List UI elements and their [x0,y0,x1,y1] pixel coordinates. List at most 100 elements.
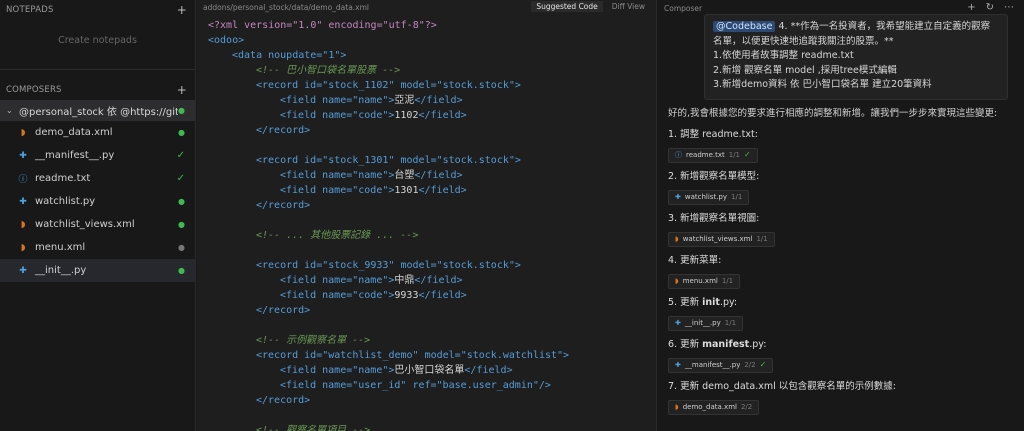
assistant-response: 好的,我會根據您的要求進行相應的調整和新增。讓我們一步步來實現這些變更: 1. … [658,100,1024,415]
chevron-down-icon[interactable]: ⌄ [6,106,14,115]
status-dot-icon: ● [178,243,185,252]
code-line: <record id="stock_9933" model="stock.sto… [256,260,521,271]
more-icon[interactable]: ⋯ [1004,2,1014,13]
file-name: watchlist_views.xml [35,219,135,230]
notepads-header-label: NOTEPADS [6,5,54,15]
code-comment: <!-- 觀察名單項目 --> [256,425,371,431]
file-chip-count: 2/2 [744,361,756,369]
add-notepad-icon[interactable]: + [177,3,187,17]
info-icon: ⓘ [18,175,28,185]
python-icon: ✚ [675,319,681,327]
code-line: <?xml version="1.0" encoding="utf-8"?> [208,20,437,31]
step-1: 1. 調整 readme.txt: ⓘ readme.txt 1/1 ✓ [668,128,1006,163]
code-line: </record> [256,395,311,406]
file-chip-name: watchlist.py [684,193,728,201]
file-chip-demo-data[interactable]: ◗ demo_data.xml 2/2 [668,399,760,415]
file-item-menu[interactable]: ◗ menu.xml ● [0,236,195,259]
sidebar: NOTEPADS + Create notepads COMPOSERS + ⌄… [0,0,196,431]
status-dot-icon: ● [178,128,185,137]
python-icon: ✚ [19,150,27,161]
code-line: <record id="stock_1301" model="stock.sto… [256,155,521,166]
code-comment: <!-- 巴小智口袋名單股票 --> [256,65,401,76]
code-line: <record id="watchlist_demo" model="stock… [256,350,570,361]
file-name: menu.xml [35,242,86,253]
check-icon: ✓ [176,150,185,161]
new-composer-icon[interactable]: + [967,2,975,13]
file-item-init[interactable]: ✚ __init__.py ● [0,259,195,282]
add-composer-icon[interactable]: + [177,83,187,97]
file-chip-count: 1/1 [728,151,741,159]
file-chip-manifest[interactable]: ✚ __manifest__.py 2/2 ✓ [668,357,774,373]
code-line: <field name="name">亞泥</field> [280,95,463,106]
code-editor[interactable]: addons/personal_stock/data/demo_data.xml… [197,0,657,431]
response-intro: 好的,我會根據您的要求進行相應的調整和新增。讓我們一步步來實現這些變更: [668,107,998,119]
code-line: <field name="code">1301</field> [280,185,467,196]
file-chip-name: __init__.py [684,319,721,327]
status-dot-icon: ● [178,197,185,206]
tab-diff-view[interactable]: Diff View [607,1,650,12]
status-dot-icon: ● [178,106,185,115]
step-title: 6. 更新 manifest.py: [668,338,767,350]
check-icon: ✓ [176,173,185,184]
user-message-item: 2.新增 觀察名單 model ,採用tree模式編輯 [713,64,897,76]
info-icon: ⓘ [675,151,682,159]
composers-header[interactable]: COMPOSERS + [0,80,195,100]
check-icon: ✓ [744,150,751,159]
file-chip-count: 2/2 [740,403,753,411]
file-chip-watchlist[interactable]: ✚ watchlist.py 1/1 [668,189,750,205]
file-chip-count: 1/1 [731,193,743,201]
composers-header-label: COMPOSERS [6,85,62,95]
user-message-item: 3.新增demo資料 依 巴小智口袋名單 建立20筆資料 [713,79,932,90]
composer-item[interactable]: ⌄ @personal_stock 依 @https://git... ● [0,100,195,121]
python-icon: ✚ [19,265,27,276]
code-comment: <!-- ... 其他股票記錄 ... --> [256,230,419,241]
file-name: watchlist.py [35,196,96,207]
rss-icon: ◗ [20,219,26,230]
step-title: 1. 調整 readme.txt: [668,128,758,140]
rss-icon: ◗ [675,403,679,411]
create-notepads-link[interactable]: Create notepads [0,20,195,60]
file-name: demo_data.xml [35,127,113,138]
composer-item-label: @personal_stock 依 @https://git... [19,107,179,118]
status-dot-icon: ● [178,266,185,275]
step-5: 5. 更新 init.py: ✚ __init__.py 1/1 [668,296,1006,331]
user-message-item: 1.依使用者故事調整 readme.txt [713,50,854,61]
code-line: <field name="code">1102</field> [280,110,467,121]
file-item-readme[interactable]: ⓘ readme.txt ✓ [0,167,195,190]
step-6: 6. 更新 manifest.py: ✚ __manifest__.py 2/2… [668,338,1006,373]
python-icon: ✚ [675,361,681,369]
code-line: </record> [256,125,311,136]
file-chip-name: readme.txt [686,151,725,159]
history-icon[interactable]: ↻ [986,2,994,13]
composer-title: Composer [664,3,703,13]
step-title: 7. 更新 demo_data.xml 以包含觀察名單的示例數據: [668,380,896,392]
user-message[interactable]: @Codebase 4. **作為一名投資者，我希望能建立自定義的觀察名單，以便… [704,14,1008,100]
file-chip-menu[interactable]: ◗ menu.xml 1/1 [668,273,741,289]
code-line: </record> [256,305,311,316]
file-chip-readme[interactable]: ⓘ readme.txt 1/1 ✓ [668,147,758,163]
code-content[interactable]: <?xml version="1.0" encoding="utf-8"?> <… [197,14,656,431]
file-item-demo-data[interactable]: ◗ demo_data.xml ● [0,121,195,144]
file-chip-name: watchlist_views.xml [682,235,753,243]
file-chip-init[interactable]: ✚ __init__.py 1/1 [668,315,744,331]
code-line: <field name="name">中鼎</field> [280,275,463,286]
notepads-header[interactable]: NOTEPADS + [0,0,195,20]
file-item-manifest[interactable]: ✚ __manifest__.py ✓ [0,144,195,167]
file-item-watchlist-views[interactable]: ◗ watchlist_views.xml ● [0,213,195,236]
tab-suggested-code[interactable]: Suggested Code [531,1,603,12]
file-item-watchlist[interactable]: ✚ watchlist.py ● [0,190,195,213]
editor-header: addons/personal_stock/data/demo_data.xml… [197,0,656,14]
codebase-chip[interactable]: @Codebase [713,21,776,32]
breadcrumb: addons/personal_stock/data/demo_data.xml [203,2,370,12]
code-line: <field name="name">巴小智口袋名單</field> [280,365,513,376]
rss-icon: ◗ [675,277,679,285]
step-title: 3. 新增觀察名單視圖: [668,212,760,224]
file-chip-watchlist-views[interactable]: ◗ watchlist_views.xml 1/1 [668,231,775,247]
file-name: __manifest__.py [35,150,115,161]
status-dot-icon: ● [178,220,185,229]
